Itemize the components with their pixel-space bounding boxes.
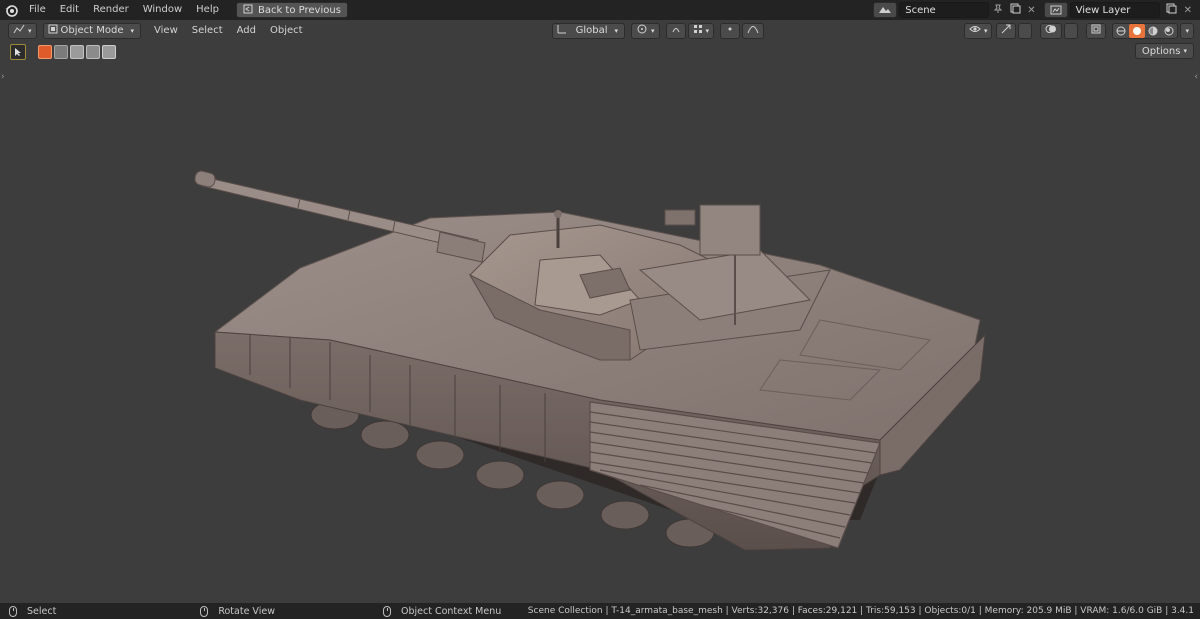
gizmo-dropdown[interactable] — [1018, 22, 1033, 39]
mouse-left-icon — [9, 605, 17, 617]
menu-object[interactable]: Object — [263, 20, 310, 41]
overlay-toggle[interactable] — [1040, 22, 1063, 39]
select-box-new-icon[interactable] — [38, 45, 52, 59]
top-menu-bar: File Edit Render Window Help Back to Pre… — [0, 0, 1200, 20]
pin-icon[interactable] — [993, 4, 1003, 17]
copy-scene-icon[interactable] — [1010, 3, 1021, 17]
chevron-down-icon: ▾ — [614, 26, 618, 35]
status-context-hint: Object Context Menu — [382, 605, 502, 617]
snap-toggle[interactable] — [665, 22, 686, 39]
chevron-down-icon: ▾ — [28, 26, 32, 35]
xray-toggle[interactable] — [1086, 22, 1107, 39]
select-tool-icon[interactable] — [10, 44, 26, 60]
close-scene-icon[interactable]: ✕ — [1027, 5, 1035, 16]
menu-help[interactable]: Help — [189, 0, 226, 20]
gizmo-icon — [1001, 24, 1011, 37]
status-context-label: Object Context Menu — [400, 605, 502, 617]
object-mode-label: Object Mode — [60, 25, 124, 36]
view-layer-field[interactable]: View Layer — [1069, 2, 1160, 18]
select-box-extend-icon[interactable] — [54, 45, 68, 59]
gun-barrel — [194, 170, 486, 263]
menu-render[interactable]: Render — [86, 0, 136, 20]
select-box-subtract-icon[interactable] — [70, 45, 84, 59]
chevron-down-icon: ▾ — [130, 26, 135, 35]
options-dropdown[interactable]: Options ▾ — [1134, 43, 1194, 59]
blender-window: File Edit Render Window Help Back to Pre… — [0, 0, 1200, 619]
select-box-intersect-icon[interactable] — [102, 45, 116, 59]
falloff-icon — [747, 24, 759, 37]
toolbar-expand-icon[interactable]: › — [1, 72, 5, 82]
back-icon — [243, 4, 253, 17]
select-mode-toolbar — [10, 44, 116, 60]
blender-logo-icon[interactable] — [0, 0, 22, 20]
status-rotate-label: Rotate View — [218, 605, 275, 617]
object-mode-icon — [48, 24, 58, 37]
menu-window[interactable]: Window — [136, 0, 189, 20]
3d-viewport[interactable] — [0, 41, 1200, 603]
chevron-down-icon: ▾ — [1185, 26, 1189, 35]
view-layer-icon[interactable] — [1043, 2, 1068, 18]
snap-target-dropdown[interactable]: ▾ — [687, 22, 715, 39]
transform-orientation-dropdown[interactable]: Global ▾ — [551, 22, 625, 39]
scene-name-field[interactable]: Scene — [899, 2, 990, 18]
status-bar: Select Rotate View Object Context Menu S… — [0, 603, 1200, 619]
proportional-icon — [725, 24, 735, 37]
chevron-down-icon: ▾ — [651, 26, 655, 35]
rendered-shading-icon[interactable] — [1161, 26, 1177, 36]
grid-snap-icon — [693, 24, 703, 37]
view-layer-name: View Layer — [1075, 4, 1131, 16]
wireframe-shading-icon[interactable] — [1113, 26, 1129, 36]
status-select-label: Select — [27, 605, 57, 617]
sidebar-expand-icon[interactable]: ‹ — [1194, 72, 1198, 82]
chevron-down-icon: ▾ — [1183, 47, 1187, 55]
object-mode-dropdown[interactable]: Object Mode ▾ — [42, 22, 142, 39]
scene-icon[interactable] — [873, 2, 898, 18]
pivot-icon — [636, 24, 648, 37]
solid-shading-icon[interactable] — [1129, 23, 1146, 38]
visibility-dropdown[interactable]: ▾ — [963, 22, 993, 39]
options-label: Options — [1141, 45, 1181, 57]
overlay-dropdown[interactable] — [1064, 22, 1079, 39]
chevron-down-icon: ▾ — [705, 26, 710, 35]
tank-model — [194, 170, 986, 551]
orientation-icon — [557, 24, 567, 37]
copy-view-layer-icon[interactable] — [1166, 3, 1177, 17]
status-select-hint: Select — [9, 605, 57, 617]
shading-dropdown[interactable]: ▾ — [1180, 22, 1194, 39]
pivot-point-dropdown[interactable]: ▾ — [631, 22, 660, 39]
xray-icon — [1091, 24, 1101, 37]
snap-icon — [671, 24, 681, 37]
mouse-middle-icon — [200, 605, 209, 617]
proportional-falloff-dropdown[interactable] — [742, 22, 765, 39]
editor-type-icon — [13, 24, 25, 37]
close-view-layer-icon[interactable]: ✕ — [1184, 5, 1192, 16]
menu-edit[interactable]: Edit — [53, 0, 86, 20]
gizmo-toggle[interactable] — [996, 22, 1017, 39]
chevron-down-icon: ▾ — [983, 26, 988, 35]
menu-file[interactable]: File — [22, 0, 53, 20]
overlay-icon — [1045, 24, 1057, 37]
menu-view[interactable]: View — [147, 20, 185, 41]
select-box-invert-icon[interactable] — [86, 45, 100, 59]
back-to-previous-label: Back to Previous — [257, 4, 341, 16]
back-to-previous-button[interactable]: Back to Previous — [235, 2, 348, 18]
viewport-header: ▾ Object Mode ▾ View Select Add Object G… — [0, 20, 1200, 41]
proportional-edit-toggle[interactable] — [720, 22, 741, 39]
scene-name: Scene — [905, 4, 936, 16]
status-rotate-hint: Rotate View — [200, 605, 275, 617]
mouse-right-icon — [382, 605, 391, 617]
editor-type-button[interactable]: ▾ — [8, 22, 37, 39]
orientation-label: Global — [575, 25, 608, 36]
visibility-icon — [969, 24, 981, 37]
menu-add[interactable]: Add — [230, 20, 263, 41]
material-shading-icon[interactable] — [1145, 26, 1161, 36]
menu-select[interactable]: Select — [185, 20, 230, 41]
scene-statistics: Scene Collection | T-14_armata_base_mesh… — [527, 606, 1194, 616]
